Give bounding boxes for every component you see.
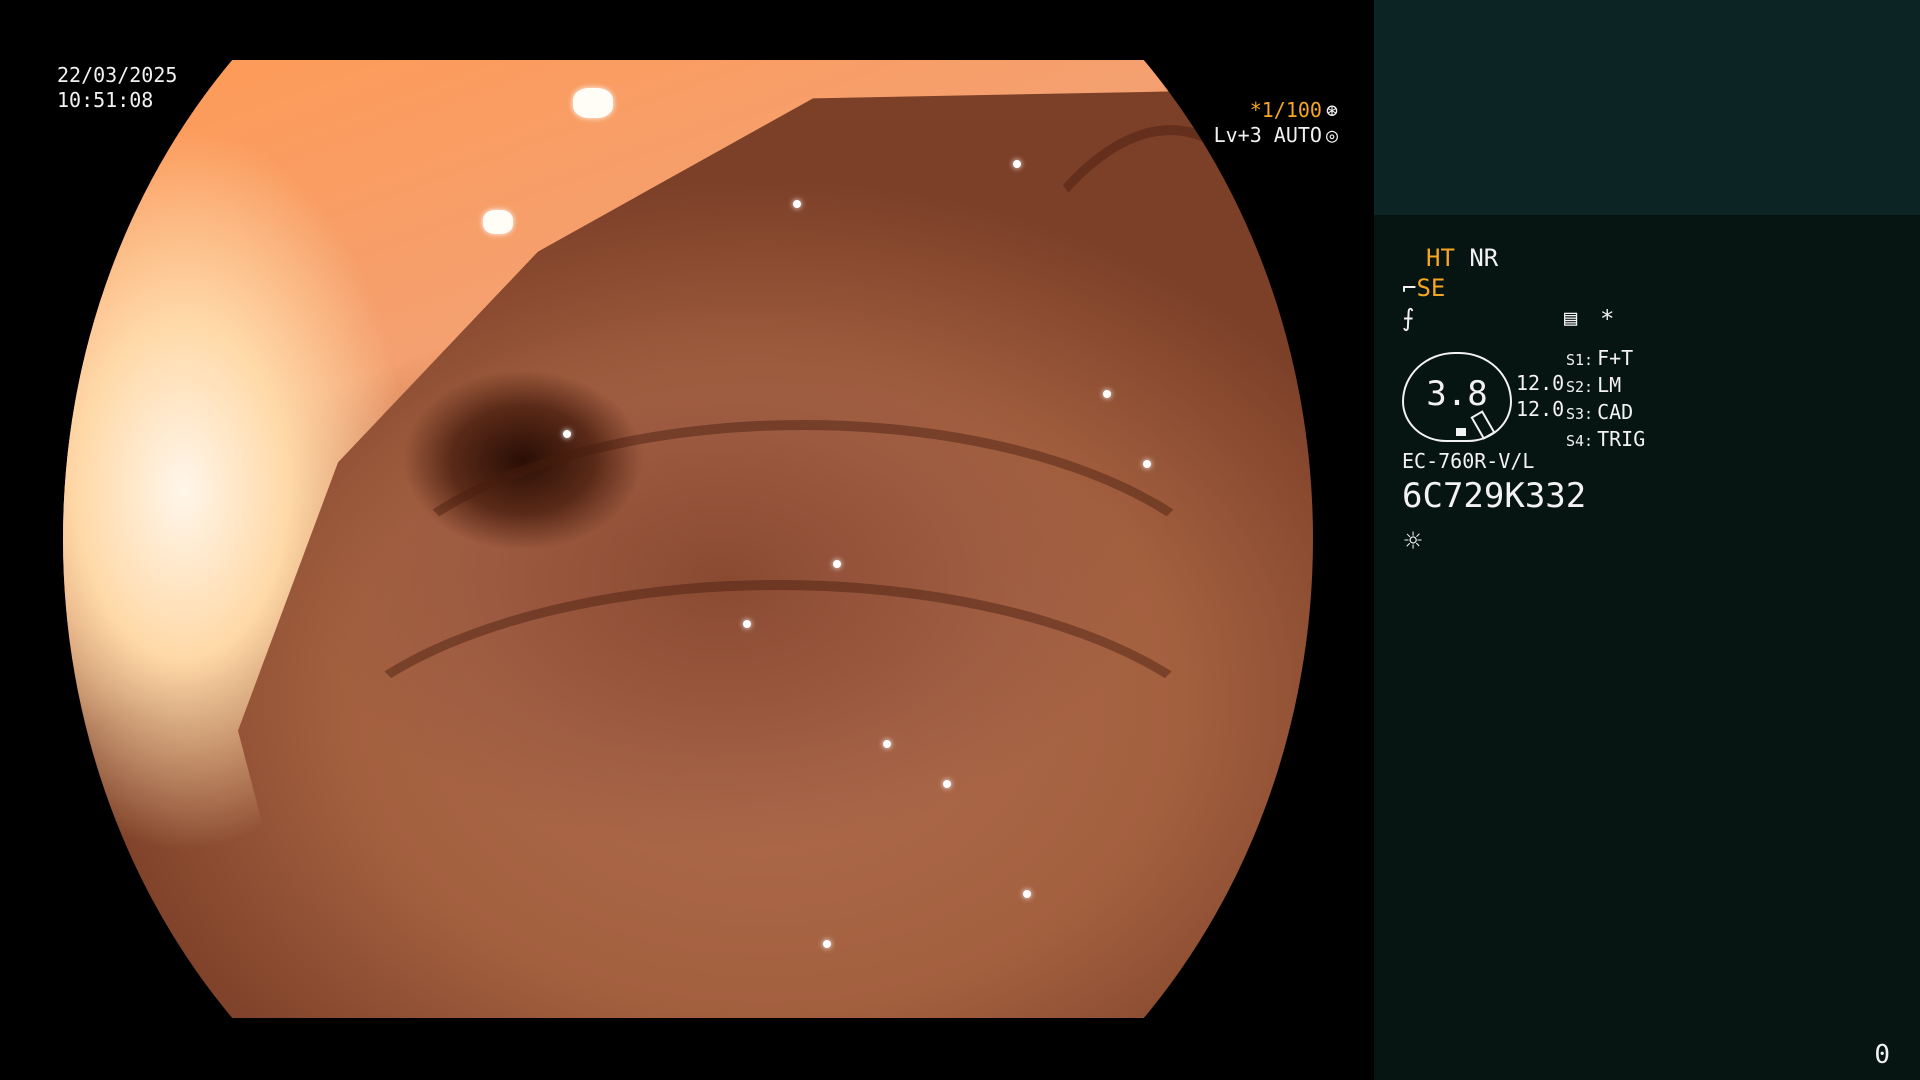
light-reflection	[573, 88, 613, 118]
switch-value: CAD	[1597, 400, 1634, 424]
light-level-text: Lv+3 AUTO	[1213, 123, 1322, 147]
light-reflection	[1013, 160, 1021, 168]
gauge-readings: 12.0 12.0	[1516, 370, 1564, 422]
light-reflection	[743, 620, 751, 628]
switch-row: S4: TRIG	[1566, 427, 1645, 454]
light-reflection	[793, 200, 801, 208]
iris-icon: ◎	[1325, 123, 1338, 147]
gamma-curve-icon: ⨍	[1402, 304, 1415, 332]
aperture-icon: ⊛	[1325, 98, 1338, 122]
switch-value: LM	[1597, 373, 1622, 397]
light-reflection	[1103, 390, 1111, 398]
light-reflection	[483, 210, 513, 234]
scope-model: EC-760R-V/L	[1402, 449, 1535, 473]
light-reflection	[833, 560, 841, 568]
reading-1: 12.0	[1516, 371, 1565, 395]
info-panel: HT NR ⌐SE ⨍ ▤ * 3.8 12.0 12.0 S1: F+T S2:…	[1374, 0, 1920, 1080]
scope-tip-icon: ⌐	[1402, 274, 1417, 302]
scope-switch-list: S1: F+T S2: LM S3: CAD S4: TRIG	[1566, 346, 1645, 454]
ht-label: HT	[1426, 244, 1455, 272]
se-label: SE	[1416, 274, 1446, 302]
light-reflection	[943, 780, 951, 788]
light-reflection	[823, 940, 831, 948]
image-counter: 0	[1874, 1040, 1890, 1070]
enhancement-status: HT NR	[1426, 244, 1498, 272]
date-time-readout: 22/03/2025 10:51:08	[57, 63, 177, 113]
shutter-speed-text: *1/100	[1249, 98, 1322, 122]
gauge-marker	[1456, 428, 1466, 436]
list-icon: ▤	[1564, 306, 1578, 331]
exposure-readout: *1/100 ⊛ Lv+3 AUTO ◎	[1214, 98, 1338, 148]
switch-key: S1:	[1566, 351, 1594, 369]
info-panel-header	[1374, 0, 1920, 215]
light-reflection	[563, 430, 571, 438]
endoscopic-image	[63, 60, 1313, 1018]
switch-value: TRIG	[1597, 427, 1646, 451]
nr-label: NR	[1469, 244, 1499, 272]
star-text: *	[1600, 305, 1615, 333]
light-reflection	[1143, 460, 1151, 468]
switch-key: S3:	[1566, 405, 1594, 423]
time-text: 10:51:08	[57, 88, 154, 112]
switch-value: F+T	[1597, 346, 1634, 370]
switch-row: S1: F+T	[1566, 346, 1645, 373]
switch-key: S4:	[1566, 432, 1594, 450]
light-reflection	[883, 740, 891, 748]
switch-row: S3: CAD	[1566, 400, 1645, 427]
sun-icon: ☼	[1404, 524, 1423, 559]
light-reflection	[1023, 890, 1031, 898]
zoom-gauge: 3.8	[1402, 352, 1512, 442]
scope-serial: 6C729K332	[1402, 476, 1587, 516]
gauge-value: 3.8	[1426, 374, 1488, 414]
switch-row: S2: LM	[1566, 373, 1645, 400]
reading-2: 12.0	[1516, 397, 1565, 421]
structure-enhancement: ⌐SE	[1402, 274, 1445, 302]
switch-key: S2:	[1566, 378, 1594, 396]
gauge-needle-icon	[1470, 410, 1496, 440]
endoscope-view: 22/03/2025 10:51:08 *1/100 ⊛ Lv+3 AUTO ◎	[0, 0, 1374, 1080]
date-text: 22/03/2025	[57, 63, 178, 87]
